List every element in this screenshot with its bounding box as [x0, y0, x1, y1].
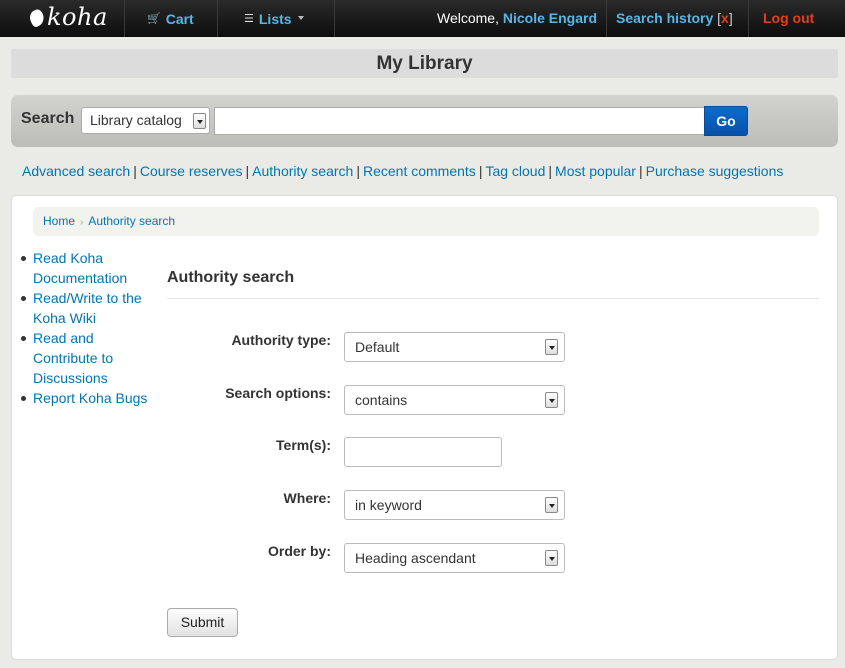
- nav-divider: [334, 0, 335, 37]
- sidebar-item-discussions: Read and Contribute to Discussions: [20, 328, 150, 388]
- authority-type-select[interactable]: Default: [344, 332, 565, 362]
- nav-divider: [124, 0, 125, 37]
- brand-text: koha: [47, 3, 108, 31]
- clear-history-button[interactable]: x: [721, 10, 729, 26]
- bracket-close: ]: [728, 10, 733, 26]
- lists-menu[interactable]: ☰ Lists: [244, 0, 304, 37]
- where-label: Where:: [283, 490, 331, 506]
- dropdown-arrow-icon: [545, 392, 558, 408]
- terms-input[interactable]: [344, 437, 502, 467]
- top-navbar: koha 🛒 Cart ☰ Lists Welcome, Nicole Enga…: [0, 0, 845, 37]
- link-separator: |: [133, 163, 137, 179]
- lists-label: Lists: [258, 10, 292, 27]
- link-separator: |: [478, 163, 483, 179]
- dropdown-arrow-icon: [193, 113, 206, 129]
- list-icon: ☰: [244, 12, 254, 25]
- search-bar: Search Library catalog Go: [11, 95, 838, 147]
- search-scope-select[interactable]: Library catalog: [81, 107, 210, 134]
- page-title: Authority search: [167, 269, 295, 286]
- search-options-label: Search options:: [225, 385, 331, 401]
- order-by-value: Heading ascendant: [355, 550, 476, 566]
- order-by-label: Order by:: [267, 543, 331, 559]
- where-value: in keyword: [355, 497, 422, 513]
- dropdown-arrow-icon: [545, 497, 558, 513]
- breadcrumb-home[interactable]: Home: [43, 214, 75, 228]
- link-authority-search[interactable]: Authority search: [252, 163, 353, 179]
- link-tag-cloud[interactable]: Tag cloud: [485, 163, 545, 179]
- search-scope-value: Library catalog: [90, 112, 182, 128]
- link-separator: |: [548, 163, 553, 179]
- search-input[interactable]: [214, 107, 705, 135]
- quick-links: Advanced search | Course reserves | Authorit…: [22, 163, 783, 179]
- link-advanced-search[interactable]: Advanced search: [22, 163, 130, 179]
- cart-button[interactable]: 🛒 Cart: [147, 0, 194, 37]
- where-select[interactable]: in keyword: [344, 490, 565, 520]
- sidebar-link[interactable]: Read and Contribute to Discussions: [33, 330, 113, 386]
- welcome-text: Welcome, Nicole Engard: [437, 0, 597, 37]
- go-button[interactable]: Go: [704, 106, 748, 136]
- search-label: Search: [21, 110, 75, 127]
- search-options-value: contains: [355, 392, 408, 408]
- chevron-down-icon: [297, 15, 304, 20]
- cart-label: Cart: [165, 10, 194, 27]
- welcome-prefix: Welcome,: [437, 10, 503, 26]
- nav-divider: [606, 0, 607, 37]
- search-history-link[interactable]: Search history: [616, 10, 713, 26]
- dropdown-arrow-icon: [545, 550, 558, 566]
- sidebar-link[interactable]: Read/Write to the Koha Wiki: [33, 290, 142, 326]
- link-purchase-suggestions[interactable]: Purchase suggestions: [646, 163, 784, 179]
- breadcrumb-current[interactable]: Authority search: [88, 214, 175, 228]
- link-separator: |: [245, 163, 250, 179]
- library-title: My Library: [11, 49, 838, 78]
- nav-divider: [748, 0, 749, 37]
- search-options-select[interactable]: contains: [344, 385, 565, 415]
- dropdown-arrow-icon: [545, 339, 558, 355]
- koha-leaf-icon: [30, 8, 44, 26]
- logout-button[interactable]: Log out: [763, 0, 814, 37]
- cart-icon: 🛒: [147, 12, 161, 25]
- link-recent-comments[interactable]: Recent comments: [363, 163, 476, 179]
- search-history: Search history [x]: [616, 0, 733, 37]
- user-name-link[interactable]: Nicole Engard: [503, 10, 597, 26]
- link-separator: |: [638, 163, 643, 179]
- nav-divider: [217, 0, 218, 37]
- sidebar-links: Read Koha Documentation Read/Write to th…: [20, 248, 150, 408]
- sidebar-link[interactable]: Report Koha Bugs: [33, 390, 147, 406]
- divider: [167, 298, 819, 299]
- terms-label: Term(s):: [276, 437, 331, 453]
- sidebar-item-bugs: Report Koha Bugs: [20, 388, 150, 408]
- link-separator: |: [356, 163, 360, 179]
- sidebar-item-documentation: Read Koha Documentation: [20, 248, 150, 288]
- breadcrumb-separator: ›: [80, 217, 84, 228]
- main-panel: Home › Authority search Read Koha Document…: [11, 195, 838, 660]
- authority-type-value: Default: [355, 339, 400, 355]
- koha-logo[interactable]: koha: [30, 3, 108, 31]
- submit-button[interactable]: Submit: [167, 608, 238, 637]
- sidebar-link[interactable]: Read Koha Documentation: [33, 250, 127, 286]
- link-most-popular[interactable]: Most popular: [555, 163, 636, 179]
- order-by-select[interactable]: Heading ascendant: [344, 543, 565, 573]
- authority-type-label: Authority type:: [231, 332, 331, 348]
- breadcrumb: Home › Authority search: [33, 207, 819, 236]
- sidebar-item-wiki: Read/Write to the Koha Wiki: [20, 288, 150, 328]
- link-course-reserves[interactable]: Course reserves: [140, 163, 243, 179]
